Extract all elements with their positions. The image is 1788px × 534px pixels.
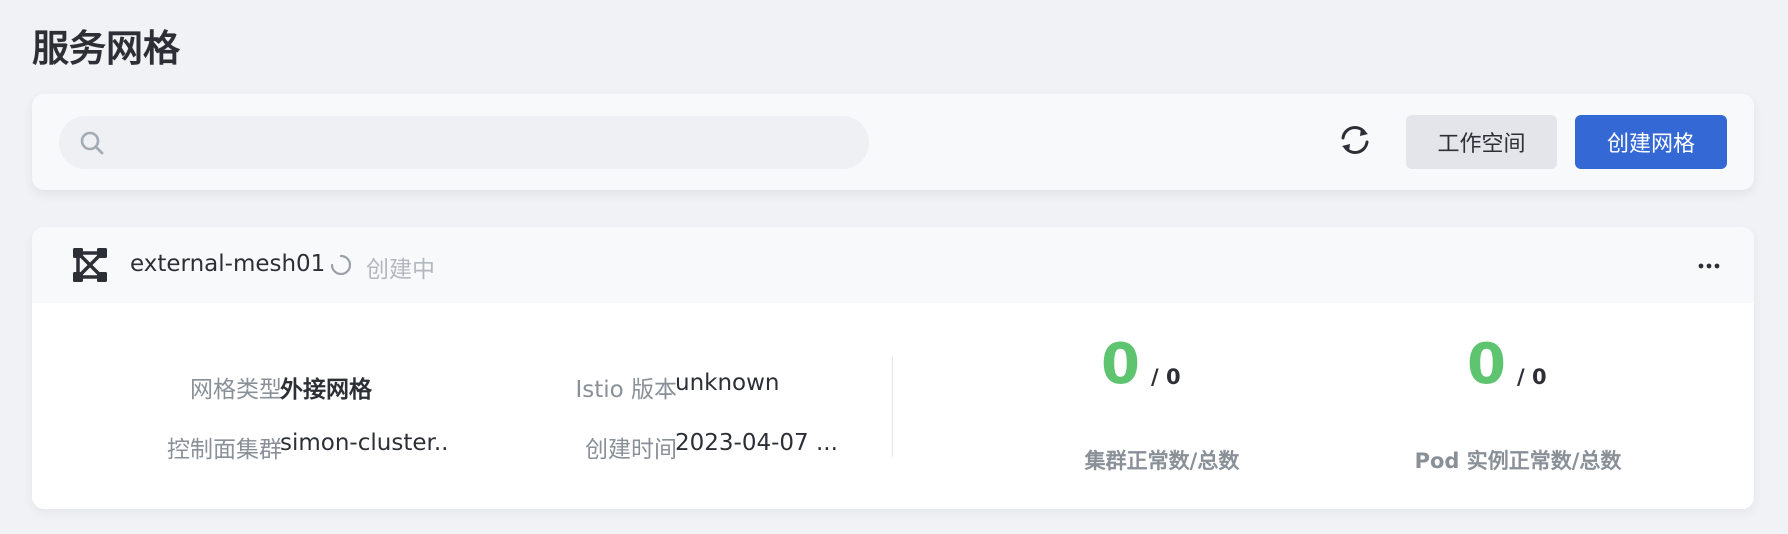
- control-cluster-value: simon-cluster...: [280, 430, 450, 456]
- create-mesh-button[interactable]: 创建网格: [1575, 115, 1727, 169]
- cluster-stat-label: 集群正常数/总数: [1084, 449, 1240, 473]
- created-time-value: 2023-04-07 ...: [675, 430, 838, 456]
- mesh-icon: [72, 247, 108, 283]
- loading-spinner-icon: [329, 253, 353, 277]
- istio-version-value: unknown: [675, 370, 780, 396]
- pod-total-count: / 0: [1517, 365, 1547, 389]
- search-bar[interactable]: [59, 116, 869, 171]
- toolbar: 工作空间 创建网格: [32, 94, 1754, 190]
- created-time-label: 创建时间: [585, 437, 677, 463]
- search-icon: [79, 130, 105, 156]
- pod-stat-label: Pod 实例正常数/总数: [1414, 449, 1622, 473]
- cluster-total-count: / 0: [1151, 365, 1181, 389]
- search-input[interactable]: [119, 116, 853, 171]
- mesh-card[interactable]: external-mesh01 创建中 网格类型 外接网格 Istio 版本 u…: [32, 227, 1754, 509]
- workspace-button[interactable]: 工作空间: [1406, 115, 1557, 169]
- more-icon[interactable]: [1694, 251, 1724, 281]
- refresh-icon: [1337, 122, 1373, 163]
- mesh-type-value: 外接网格: [280, 377, 372, 403]
- mesh-status: 创建中: [366, 257, 435, 283]
- divider: [892, 357, 893, 457]
- pod-healthy-count: 0: [1467, 332, 1506, 397]
- cluster-healthy-count: 0: [1101, 332, 1140, 397]
- control-cluster-label: 控制面集群: [167, 437, 282, 463]
- istio-version-label: Istio 版本: [575, 377, 677, 403]
- mesh-card-header: external-mesh01 创建中: [32, 227, 1754, 303]
- refresh-button[interactable]: [1332, 119, 1378, 165]
- mesh-type-label: 网格类型: [190, 377, 282, 403]
- mesh-name[interactable]: external-mesh01: [130, 251, 325, 277]
- page-title: 服务网格: [32, 27, 180, 70]
